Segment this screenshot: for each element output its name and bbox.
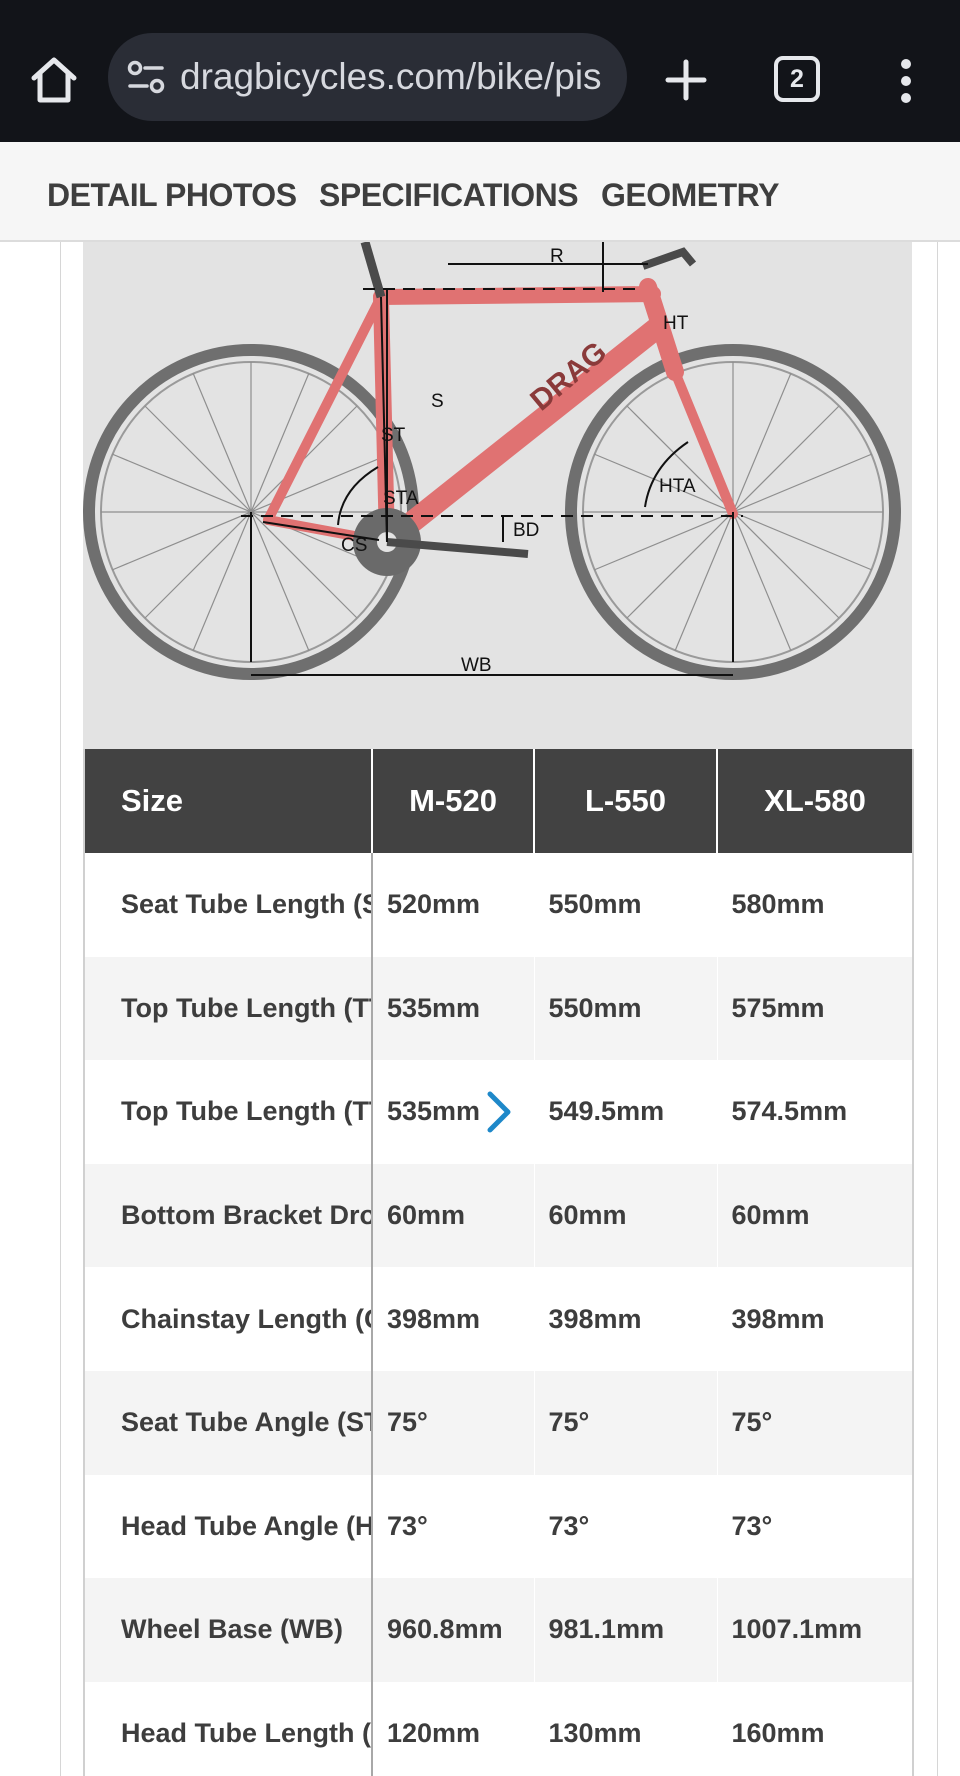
row-label: Top Tube Length (TT), (84, 1060, 373, 1164)
home-icon (31, 57, 77, 103)
cell-xl: 160mm (717, 1681, 914, 1776)
section-tabs: DETAIL PHOTOS SPECIFICATIONS GEOMETRY (0, 142, 960, 242)
row-label: Wheel Base (WB) (84, 1578, 373, 1682)
tab-switcher-button[interactable]: 2 (774, 56, 820, 102)
cell-m: 960.8mm (372, 1578, 535, 1682)
cell-m: 120mm (372, 1681, 535, 1776)
cell-xl: 398mm (717, 1267, 914, 1371)
header-xl-580: XL-580 (717, 749, 913, 853)
cell-xl: 575mm (717, 956, 914, 1061)
label-r: R (550, 246, 564, 267)
label-hta: HTA (659, 476, 696, 497)
cell-m: 398mm (372, 1267, 535, 1371)
row-label: Seat Tube Angle (STA) (84, 1370, 373, 1475)
cell-xl: 1007.1mm (717, 1578, 914, 1682)
cell-l: 75° (534, 1370, 718, 1475)
geometry-diagram: DRAG R HT S ST STA HTA BD CS WB (83, 242, 912, 749)
header-l-550: L-550 (534, 749, 718, 853)
cell-m: 73° (372, 1474, 535, 1579)
table-row: Head Tube Length (HT 120mm 130mm 160mm (84, 1681, 914, 1776)
header-m-520: M-520 (372, 749, 535, 853)
cell-m: 520mm (372, 853, 535, 957)
table-row: Head Tube Angle (HTA 73° 73° 73° (84, 1474, 914, 1579)
plus-icon (665, 59, 707, 101)
tab-detail-photos[interactable]: DETAIL PHOTOS (47, 142, 297, 242)
table-row: Top Tube Length (TT), 535mm 550mm 575mm (84, 956, 914, 1061)
cell-xl: 75° (717, 1370, 914, 1475)
cell-l: 550mm (534, 956, 718, 1061)
table-row: Chainstay Length (CS) 398mm 398mm 398mm (84, 1267, 914, 1371)
url-text[interactable]: dragbicycles.com/bike/pis (180, 33, 602, 121)
table-row: Wheel Base (WB) 960.8mm 981.1mm 1007.1mm (84, 1578, 914, 1682)
cell-l: 130mm (534, 1681, 718, 1776)
cell-l: 549.5mm (534, 1060, 718, 1164)
cell-l: 398mm (534, 1267, 718, 1371)
cell-m: 75° (372, 1370, 535, 1475)
cell-l: 550mm (534, 853, 718, 957)
label-wb: WB (461, 655, 492, 676)
cell-l: 60mm (534, 1163, 718, 1268)
bike-diagram: DRAG R HT S ST STA HTA BD CS WB (83, 242, 901, 680)
label-st: ST (381, 425, 406, 446)
row-label: Head Tube Angle (HTA (84, 1474, 373, 1579)
home-button[interactable] (24, 50, 84, 110)
cell-m: 535mm (372, 956, 535, 1061)
row-label: Bottom Bracket Drop ( (84, 1163, 373, 1268)
cell-m: 60mm (372, 1163, 535, 1268)
chevron-right-icon[interactable] (484, 1090, 514, 1134)
address-bar[interactable]: dragbicycles.com/bike/pis (108, 33, 627, 121)
header-size: Size (84, 749, 373, 853)
more-vert-icon (901, 59, 911, 103)
tab-count: 2 (790, 65, 804, 93)
table-header-row: Size M-520 L-550 XL-580 (84, 749, 913, 853)
more-menu-button[interactable] (886, 52, 926, 112)
row-label: Seat Tube Length (ST) (84, 853, 373, 957)
cell-l: 73° (534, 1474, 718, 1579)
tab-specifications[interactable]: SPECIFICATIONS (319, 142, 579, 242)
cell-l: 981.1mm (534, 1578, 718, 1682)
label-ht: HT (663, 313, 689, 334)
row-label: Top Tube Length (TT), (84, 956, 373, 1061)
table-row: Seat Tube Length (ST) 520mm 550mm 580mm (84, 853, 914, 957)
label-cs: CS (341, 535, 367, 556)
cell-xl: 574.5mm (717, 1060, 914, 1164)
label-s: S (431, 391, 444, 412)
cell-xl: 73° (717, 1474, 914, 1579)
row-label: Head Tube Length (HT (84, 1681, 373, 1776)
cell-xl: 60mm (717, 1163, 914, 1268)
row-label: Chainstay Length (CS) (84, 1267, 373, 1371)
geometry-table: Size M-520 L-550 XL-580 Seat Tube Length… (83, 749, 914, 1776)
site-settings-icon[interactable] (126, 59, 166, 95)
table-row: Bottom Bracket Drop ( 60mm 60mm 60mm (84, 1163, 914, 1268)
label-sta: STA (383, 488, 419, 509)
tab-geometry[interactable]: GEOMETRY (601, 142, 779, 242)
cell-xl: 580mm (717, 853, 914, 957)
browser-toolbar: dragbicycles.com/bike/pis 2 (0, 0, 960, 142)
table-row: Seat Tube Angle (STA) 75° 75° 75° (84, 1370, 914, 1475)
label-bd: BD (513, 520, 539, 541)
new-tab-button[interactable] (662, 50, 710, 110)
